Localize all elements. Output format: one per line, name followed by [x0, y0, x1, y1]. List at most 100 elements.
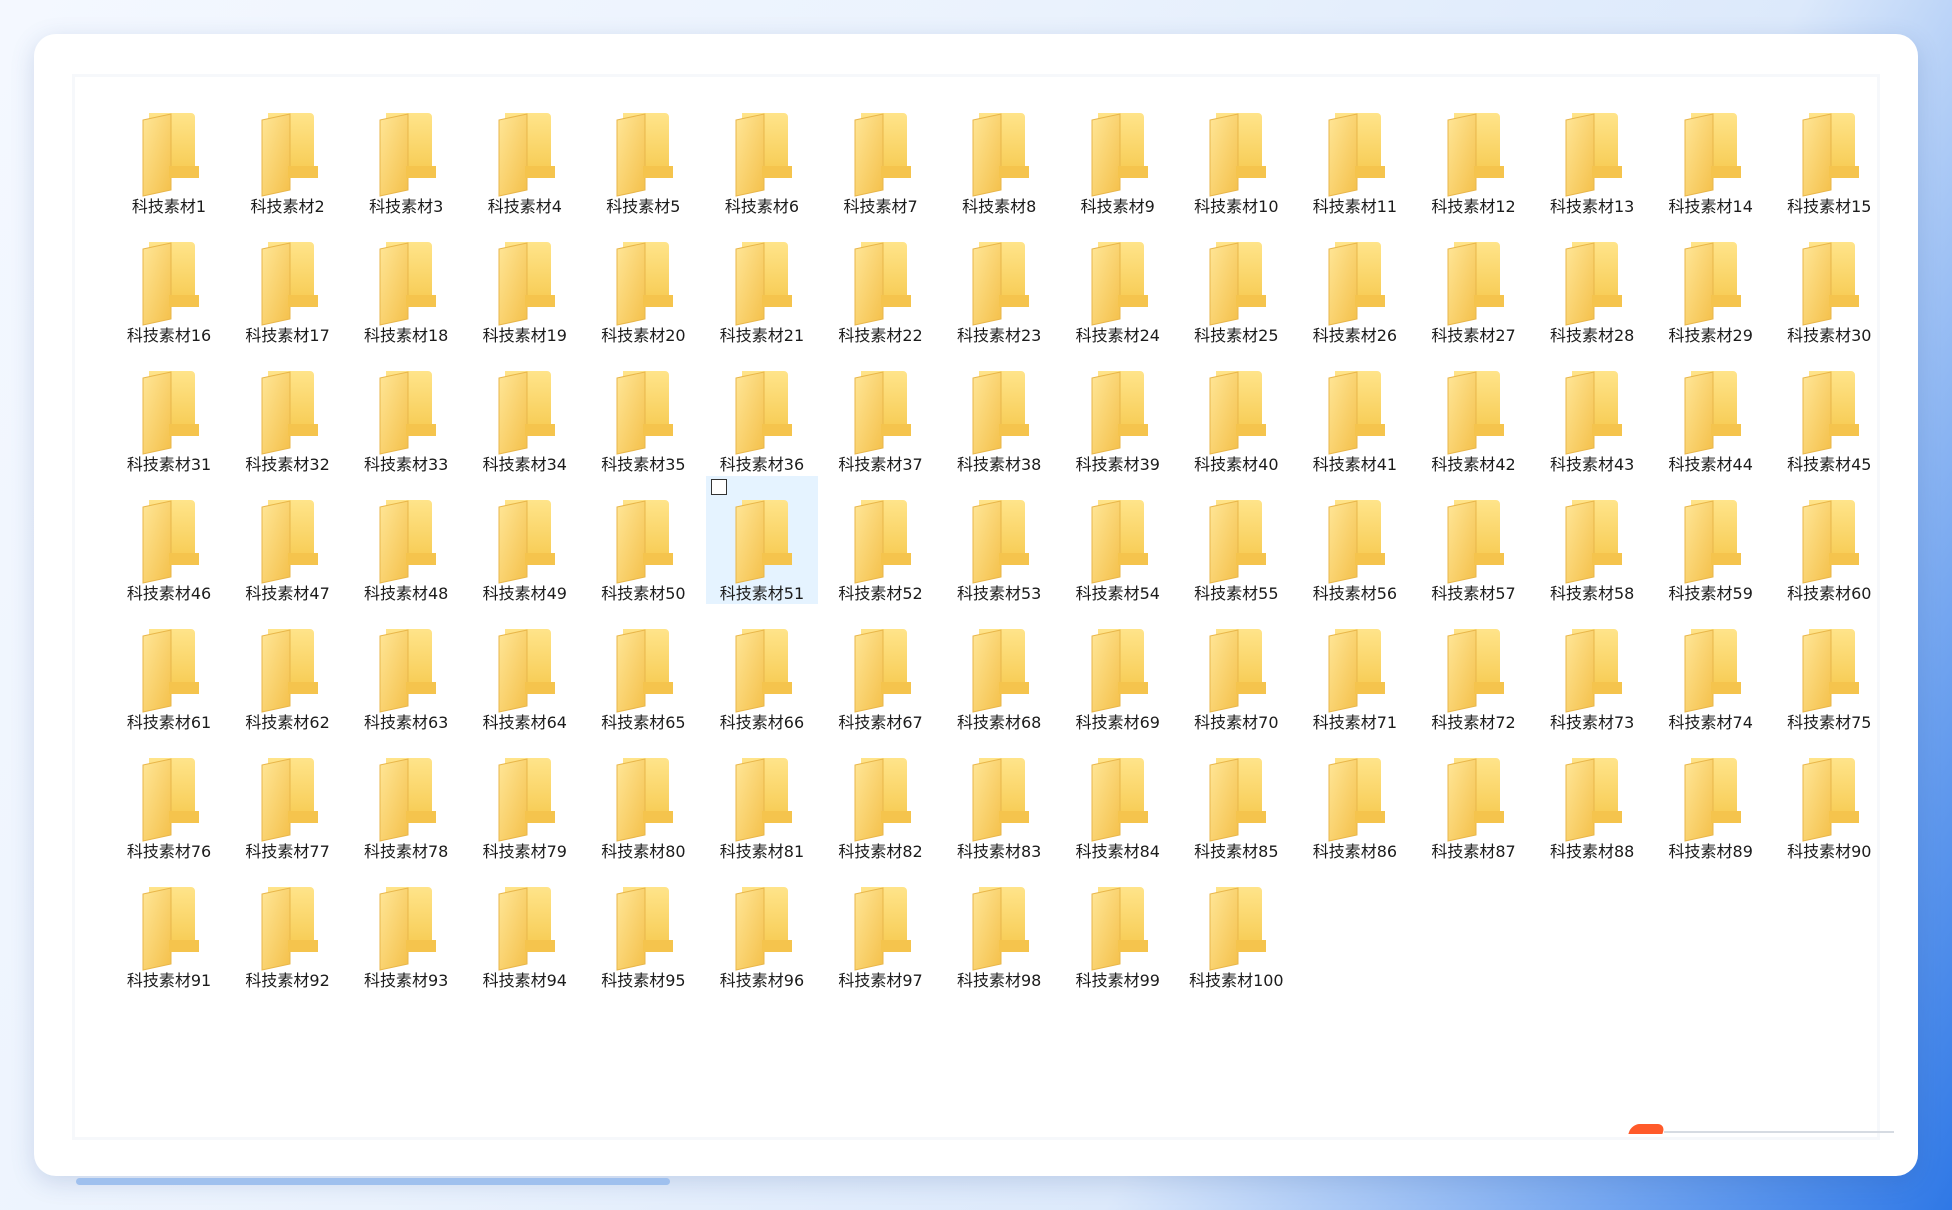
folder-item[interactable]: 科技素材72: [1419, 606, 1529, 732]
folder-item[interactable]: 科技素材28: [1537, 219, 1647, 345]
folder-item[interactable]: 科技素材83: [944, 735, 1054, 861]
folder-item[interactable]: 科技素材89: [1656, 735, 1766, 861]
folder-item[interactable]: 科技素材74: [1656, 606, 1766, 732]
folder-item[interactable]: 科技素材11: [1300, 90, 1410, 216]
folder-item[interactable]: 科技素材43: [1537, 348, 1647, 474]
folder-item[interactable]: 科技素材26: [1300, 219, 1410, 345]
folder-item[interactable]: 科技素材35: [588, 348, 698, 474]
folder-item[interactable]: 科技素材69: [1063, 606, 1173, 732]
folder-item[interactable]: 科技素材79: [470, 735, 580, 861]
folder-item[interactable]: 科技素材65: [588, 606, 698, 732]
folder-item[interactable]: 科技素材32: [233, 348, 343, 474]
folder-item[interactable]: 科技素材59: [1656, 477, 1766, 603]
horizontal-scrollbar[interactable]: [76, 1178, 670, 1185]
folder-item[interactable]: 科技素材20: [588, 219, 698, 345]
folder-item[interactable]: 科技素材48: [351, 477, 461, 603]
folder-item[interactable]: 科技素材44: [1656, 348, 1766, 474]
folder-item[interactable]: 科技素材25: [1181, 219, 1291, 345]
folder-item[interactable]: 科技素材99: [1063, 864, 1173, 990]
folder-item[interactable]: 科技素材81: [707, 735, 817, 861]
folder-item[interactable]: 科技素材80: [588, 735, 698, 861]
folder-item[interactable]: 科技素材98: [944, 864, 1054, 990]
folder-item[interactable]: 科技素材23: [944, 219, 1054, 345]
folder-item[interactable]: 科技素材82: [826, 735, 936, 861]
folder-item[interactable]: 科技素材90: [1774, 735, 1884, 861]
folder-item[interactable]: 科技素材84: [1063, 735, 1173, 861]
folder-item[interactable]: 科技素材4: [470, 90, 580, 216]
folder-item[interactable]: 科技素材93: [351, 864, 461, 990]
folder-item[interactable]: 科技素材67: [826, 606, 936, 732]
folder-item[interactable]: 科技素材57: [1419, 477, 1529, 603]
folder-item[interactable]: 科技素材88: [1537, 735, 1647, 861]
folder-item[interactable]: 科技素材6: [707, 90, 817, 216]
folder-item[interactable]: 科技素材7: [826, 90, 936, 216]
folder-item[interactable]: 科技素材66: [707, 606, 817, 732]
folder-item[interactable]: 科技素材51: [705, 476, 818, 604]
folder-item[interactable]: 科技素材38: [944, 348, 1054, 474]
folder-item[interactable]: 科技素材5: [588, 90, 698, 216]
folder-item[interactable]: 科技素材22: [826, 219, 936, 345]
folder-item[interactable]: 科技素材36: [707, 348, 817, 474]
folder-item[interactable]: 科技素材40: [1181, 348, 1291, 474]
folder-item[interactable]: 科技素材9: [1063, 90, 1173, 216]
folder-item[interactable]: 科技素材46: [114, 477, 224, 603]
folder-item[interactable]: 科技素材53: [944, 477, 1054, 603]
folder-item[interactable]: 科技素材12: [1419, 90, 1529, 216]
folder-item[interactable]: 科技素材52: [826, 477, 936, 603]
folder-item[interactable]: 科技素材27: [1419, 219, 1529, 345]
folder-item[interactable]: 科技素材95: [588, 864, 698, 990]
folder-item[interactable]: 科技素材68: [944, 606, 1054, 732]
folder-item[interactable]: 科技素材21: [707, 219, 817, 345]
folder-item[interactable]: 科技素材14: [1656, 90, 1766, 216]
folder-item[interactable]: 科技素材16: [114, 219, 224, 345]
folder-item[interactable]: 科技素材10: [1181, 90, 1291, 216]
folder-item[interactable]: 科技素材50: [588, 477, 698, 603]
folder-item[interactable]: 科技素材13: [1537, 90, 1647, 216]
folder-item[interactable]: 科技素材29: [1656, 219, 1766, 345]
folder-item[interactable]: 科技素材15: [1774, 90, 1884, 216]
folder-item[interactable]: 科技素材58: [1537, 477, 1647, 603]
folder-item[interactable]: 科技素材34: [470, 348, 580, 474]
folder-item[interactable]: 科技素材78: [351, 735, 461, 861]
folder-item[interactable]: 科技素材73: [1537, 606, 1647, 732]
folder-item[interactable]: 科技素材77: [233, 735, 343, 861]
folder-item[interactable]: 科技素材3: [351, 90, 461, 216]
folder-item[interactable]: 科技素材49: [470, 477, 580, 603]
folder-item[interactable]: 科技素材33: [351, 348, 461, 474]
folder-item[interactable]: 科技素材87: [1419, 735, 1529, 861]
folder-item[interactable]: 科技素材91: [114, 864, 224, 990]
folder-item[interactable]: 科技素材45: [1774, 348, 1884, 474]
folder-item[interactable]: 科技素材17: [233, 219, 343, 345]
folder-item[interactable]: 科技素材8: [944, 90, 1054, 216]
folder-item[interactable]: 科技素材71: [1300, 606, 1410, 732]
folder-item[interactable]: 科技素材2: [233, 90, 343, 216]
folder-item[interactable]: 科技素材56: [1300, 477, 1410, 603]
folder-item[interactable]: 科技素材96: [707, 864, 817, 990]
folder-item[interactable]: 科技素材47: [233, 477, 343, 603]
folder-item[interactable]: 科技素材61: [114, 606, 224, 732]
folder-item[interactable]: 科技素材97: [826, 864, 936, 990]
folder-item[interactable]: 科技素材76: [114, 735, 224, 861]
folder-item[interactable]: 科技素材31: [114, 348, 224, 474]
selection-checkbox[interactable]: [710, 479, 727, 495]
folder-item[interactable]: 科技素材39: [1063, 348, 1173, 474]
folder-item[interactable]: 科技素材70: [1181, 606, 1291, 732]
folder-item[interactable]: 科技素材86: [1300, 735, 1410, 861]
folder-item[interactable]: 科技素材94: [470, 864, 580, 990]
folder-item[interactable]: 科技素材63: [351, 606, 461, 732]
folder-item[interactable]: 科技素材18: [351, 219, 461, 345]
folder-item[interactable]: 科技素材1: [114, 90, 224, 216]
folder-item[interactable]: 科技素材92: [233, 864, 343, 990]
folder-item[interactable]: 科技素材75: [1774, 606, 1884, 732]
folder-item[interactable]: 科技素材30: [1774, 219, 1884, 345]
folder-item[interactable]: 科技素材62: [233, 606, 343, 732]
folder-item[interactable]: 科技素材54: [1063, 477, 1173, 603]
folder-item[interactable]: 科技素材60: [1774, 477, 1884, 603]
folder-item[interactable]: 科技素材37: [826, 348, 936, 474]
folder-item[interactable]: 科技素材64: [470, 606, 580, 732]
folder-item[interactable]: 科技素材55: [1181, 477, 1291, 603]
folder-item[interactable]: 科技素材19: [470, 219, 580, 345]
folder-item[interactable]: 科技素材100: [1181, 864, 1291, 990]
folder-item[interactable]: 科技素材41: [1300, 348, 1410, 474]
folder-item[interactable]: 科技素材42: [1419, 348, 1529, 474]
